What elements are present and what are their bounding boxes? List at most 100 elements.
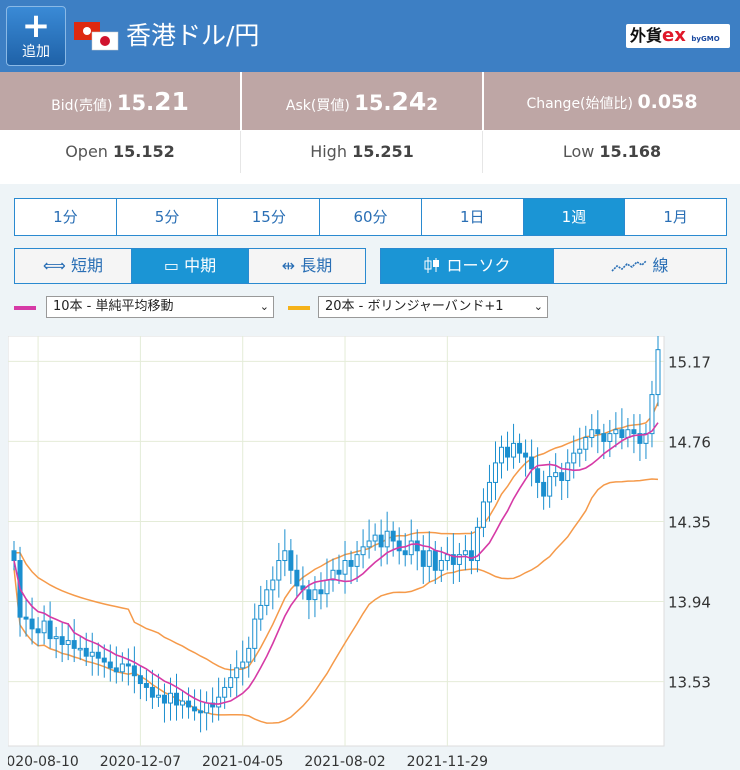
candle-body	[23, 616, 29, 620]
candle-body	[192, 706, 198, 712]
candle-body	[547, 476, 553, 497]
candle-body	[47, 620, 53, 640]
tab-1day[interactable]: 1日	[422, 199, 524, 235]
candle-body	[101, 657, 107, 663]
price-chart[interactable]: 15.17 14.76 14.35 13.94 13.53 2020-08-10 2020-…	[8, 336, 733, 770]
candle-body	[234, 667, 240, 679]
ask-price: Ask(買値) 15.242	[242, 72, 483, 130]
bollinger-select[interactable]: 20本 - ボリンジャーバンド+1 ⌄	[318, 296, 548, 318]
candle-body	[408, 540, 414, 556]
bollinger-color-swatch	[288, 306, 310, 310]
candle-body	[517, 442, 523, 454]
tab-5min[interactable]: 5分	[117, 199, 219, 235]
candle-body	[137, 675, 143, 685]
tab-line[interactable]: 線	[554, 249, 726, 283]
candle-body	[360, 546, 366, 556]
candle-body	[390, 530, 396, 542]
currency-flags-icon	[74, 22, 119, 51]
candle-body	[270, 579, 276, 591]
candle-body	[492, 462, 498, 483]
candle-body	[113, 667, 119, 673]
indicator-sma: 10本 - 単純平均移動 ⌄	[14, 296, 276, 318]
candle-body	[77, 647, 83, 651]
candle-body	[222, 686, 228, 698]
app-header: + 追加 香港ドル/円 外貨ex byGMO	[0, 0, 740, 72]
add-button[interactable]: + 追加	[6, 6, 66, 66]
long-term-icon: ⇹	[281, 256, 296, 275]
tab-1min[interactable]: 1分	[15, 199, 117, 235]
candle-body	[306, 589, 312, 601]
tab-long-term[interactable]: ⇹ 長期	[249, 249, 365, 283]
candle-body	[499, 446, 505, 464]
candle-body	[336, 569, 342, 575]
tab-15min[interactable]: 15分	[218, 199, 321, 235]
candle-body	[288, 550, 294, 571]
candle-body	[523, 452, 529, 458]
candle-body	[631, 429, 637, 435]
sma-select[interactable]: 10本 - 単純平均移動 ⌄	[46, 296, 274, 318]
candle-body	[180, 700, 186, 706]
candle-body	[601, 433, 607, 442]
tab-1week[interactable]: 1週	[523, 199, 626, 235]
candle-body	[240, 661, 246, 669]
candle-body	[276, 560, 282, 581]
open-value: Open 15.152	[0, 131, 241, 173]
candle-body	[384, 530, 390, 548]
chart-type-tabs: ローソク 線	[380, 248, 727, 284]
candle-body	[143, 683, 149, 688]
candle-body	[324, 579, 330, 595]
y-tick-label: 13.94	[668, 594, 711, 612]
candle-body	[198, 710, 204, 714]
candle-body	[559, 472, 565, 481]
y-tick-label: 14.76	[668, 433, 711, 451]
high-value: High 15.251	[242, 131, 483, 173]
tab-60min[interactable]: 60分	[320, 199, 422, 235]
candle-body	[583, 437, 589, 450]
candle-body	[414, 540, 420, 552]
candle-body	[426, 550, 432, 567]
x-tick-label: 2021-08-02	[304, 754, 385, 770]
candle-body	[149, 686, 155, 698]
candle-body	[553, 472, 559, 478]
candle-body	[119, 663, 125, 673]
candle-body	[541, 481, 547, 497]
candle-body	[246, 647, 252, 663]
candle-body	[282, 550, 288, 562]
candle-body	[65, 640, 71, 645]
plus-icon: +	[21, 6, 51, 46]
candle-body	[595, 429, 601, 435]
candle-body	[167, 692, 173, 704]
candle-body	[41, 620, 47, 634]
candle-body	[35, 628, 41, 634]
candle-body	[318, 589, 324, 595]
tab-1month[interactable]: 1月	[625, 199, 726, 235]
candle-body	[396, 540, 402, 552]
tab-candlestick[interactable]: ローソク	[381, 249, 554, 283]
candle-body	[438, 560, 444, 571]
candle-body	[511, 442, 517, 458]
candle-body	[571, 452, 577, 464]
candle-body	[71, 640, 77, 649]
candle-body	[29, 618, 35, 630]
candle-body	[174, 692, 180, 706]
candle-body	[107, 661, 113, 669]
candle-body	[59, 636, 65, 645]
candle-body	[125, 663, 131, 667]
x-tick-label: 2020-08-10	[8, 754, 79, 770]
candle-body	[607, 433, 613, 442]
gaika-ex-logo: 外貨ex byGMO	[626, 24, 730, 48]
candle-body	[535, 468, 541, 483]
chevron-down-icon: ⌄	[259, 300, 269, 313]
tab-short-term[interactable]: ⟺ 短期	[15, 249, 132, 283]
candle-body	[95, 651, 101, 659]
candle-body	[432, 550, 438, 571]
plot-area	[8, 336, 665, 747]
tab-mid-term[interactable]: ▭ 中期	[132, 249, 249, 283]
candle-body	[264, 589, 270, 606]
candle-body	[131, 665, 137, 677]
candle-body	[186, 700, 192, 708]
period-tabs: ⟺ 短期 ▭ 中期 ⇹ 長期	[14, 248, 366, 284]
candle-body	[216, 696, 222, 708]
candle-body	[486, 481, 492, 503]
candle-body	[342, 560, 348, 575]
